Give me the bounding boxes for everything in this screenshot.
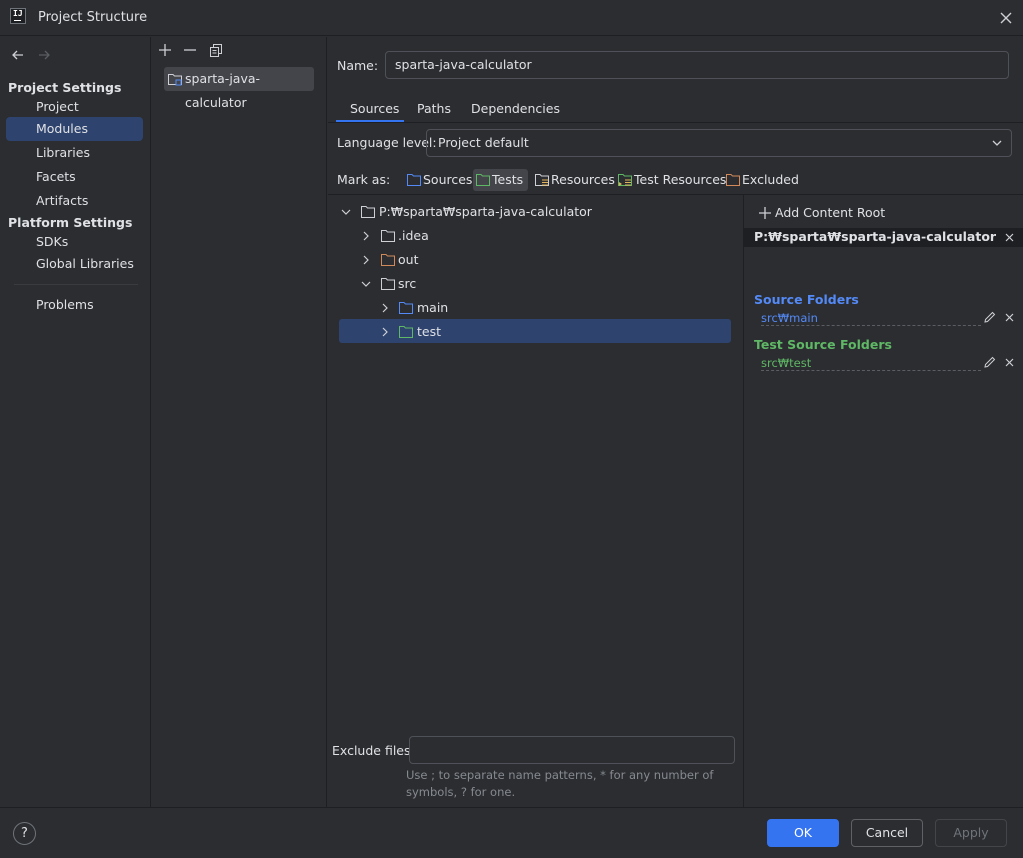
nav-section-platform-settings: Platform Settings <box>8 215 133 230</box>
nav-item-sdks[interactable]: SDKs <box>6 230 143 254</box>
remove-content-root-icon[interactable] <box>1004 232 1015 243</box>
excluded-folder-icon <box>380 253 396 267</box>
chevron-down-icon <box>361 279 371 289</box>
nav-section-project-settings: Project Settings <box>8 80 122 95</box>
content-root-path: P:₩sparta₩sparta-java-calculator <box>754 229 997 244</box>
close-icon[interactable] <box>997 9 1015 27</box>
remove-folder-icon[interactable] <box>1004 357 1015 368</box>
tree-label: test <box>417 324 442 339</box>
chevron-down-icon <box>341 207 351 217</box>
edit-pencil-icon[interactable] <box>983 310 997 324</box>
sources-folder-icon <box>398 301 414 315</box>
language-level-value: Project default <box>438 135 529 150</box>
exclude-files-label: Exclude files: <box>332 743 415 758</box>
test-source-folders-title: Test Source Folders <box>754 337 892 352</box>
dialog-button-bar: ? OK Cancel Apply <box>0 807 1023 858</box>
apply-button[interactable]: Apply <box>935 819 1007 847</box>
settings-nav: Project Settings Project Modules Librari… <box>0 37 151 807</box>
module-folder-icon <box>167 71 183 87</box>
back-arrow-icon[interactable] <box>10 47 26 63</box>
forward-arrow-icon[interactable] <box>36 47 52 63</box>
tree-label: out <box>398 252 419 267</box>
mark-as-tests-button[interactable]: Tests <box>473 169 529 191</box>
tree-row-root[interactable]: P:₩sparta₩sparta-java-calculator <box>328 200 728 224</box>
tree-row-src[interactable]: src <box>328 272 728 296</box>
module-settings: Name: sparta-java-calculator Sources Pat… <box>328 37 1023 807</box>
tab-paths[interactable]: Paths <box>417 101 451 123</box>
mark-as-excluded-button[interactable]: Excluded <box>723 169 804 191</box>
module-item-sparta-java-calculator[interactable]: sparta-java-calculator <box>164 67 314 110</box>
nav-item-problems[interactable]: Problems <box>6 293 143 317</box>
test-folder-path: src₩test <box>761 356 981 371</box>
add-content-root-button[interactable]: Add Content Root <box>758 204 885 222</box>
folder-icon <box>380 277 396 291</box>
remove-icon[interactable] <box>182 42 198 58</box>
chevron-down-icon <box>991 137 1003 149</box>
folder-icon <box>360 205 376 219</box>
nav-item-modules[interactable]: Modules <box>6 117 143 141</box>
title-bar: IJ Project Structure <box>0 0 1023 36</box>
window-title: Project Structure <box>38 10 148 25</box>
tests-folder-icon <box>475 173 491 187</box>
content-root-header: P:₩sparta₩sparta-java-calculator <box>744 228 1023 247</box>
chevron-right-icon <box>361 231 371 241</box>
nav-divider <box>14 284 138 285</box>
module-list-panel: sparta-java-calculator <box>152 37 327 807</box>
cancel-button[interactable]: Cancel <box>851 819 923 847</box>
tree-row-idea[interactable]: .idea <box>328 224 728 248</box>
mark-as-sources-button[interactable]: Sources <box>404 169 477 191</box>
chevron-right-icon <box>361 255 371 265</box>
language-level-label: Language level: <box>337 135 437 150</box>
tree-label: .idea <box>398 228 429 243</box>
add-content-root-label: Add Content Root <box>775 205 886 220</box>
tree-label: main <box>417 300 449 315</box>
mark-as-label: Mark as: <box>337 172 391 187</box>
tabs-divider <box>328 122 1023 123</box>
source-folders-title: Source Folders <box>754 292 859 307</box>
ok-button[interactable]: OK <box>767 819 839 847</box>
nav-item-artifacts[interactable]: Artifacts <box>6 189 143 213</box>
tree-row-test[interactable]: test <box>328 320 728 344</box>
nav-item-project[interactable]: Project <box>6 95 143 119</box>
edit-pencil-icon[interactable] <box>983 355 997 369</box>
intellij-logo-icon: IJ <box>10 8 26 24</box>
help-button[interactable]: ? <box>13 822 36 845</box>
exclude-files-input[interactable] <box>409 736 735 764</box>
folder-icon <box>380 229 396 243</box>
mark-as-test-resources-button[interactable]: Test Resources <box>615 169 731 191</box>
tree-row-out[interactable]: out <box>328 248 728 272</box>
name-label: Name: <box>337 58 379 73</box>
test-resources-folder-icon <box>617 173 633 187</box>
chevron-right-icon <box>380 327 390 337</box>
source-folder-path: src₩main <box>761 311 981 326</box>
language-level-select[interactable]: Project default <box>426 129 1012 157</box>
add-icon <box>758 206 772 220</box>
nav-item-global-libraries[interactable]: Global Libraries <box>6 252 143 276</box>
nav-item-facets[interactable]: Facets <box>6 165 143 189</box>
tree-row-main[interactable]: main <box>328 296 728 320</box>
content-roots-panel: Add Content Root P:₩sparta₩sparta-java-c… <box>743 195 1023 807</box>
nav-item-libraries[interactable]: Libraries <box>6 141 143 165</box>
remove-folder-icon[interactable] <box>1004 312 1015 323</box>
copy-icon[interactable] <box>208 42 224 58</box>
tab-dependencies[interactable]: Dependencies <box>471 101 560 123</box>
exclude-files-hint: Use ; to separate name patterns, * for a… <box>406 768 714 799</box>
resources-folder-icon <box>534 173 550 187</box>
tree-label: P:₩sparta₩sparta-java-calculator <box>379 204 592 219</box>
tree-label: src <box>398 276 417 291</box>
module-name-input[interactable]: sparta-java-calculator <box>385 51 1009 79</box>
add-icon[interactable] <box>157 42 173 58</box>
tests-folder-icon <box>398 325 414 339</box>
chevron-right-icon <box>380 303 390 313</box>
module-item-label: sparta-java-calculator <box>185 71 261 110</box>
mark-as-resources-button[interactable]: Resources <box>532 169 620 191</box>
excluded-folder-icon <box>725 173 741 187</box>
sources-folder-icon <box>406 173 422 187</box>
